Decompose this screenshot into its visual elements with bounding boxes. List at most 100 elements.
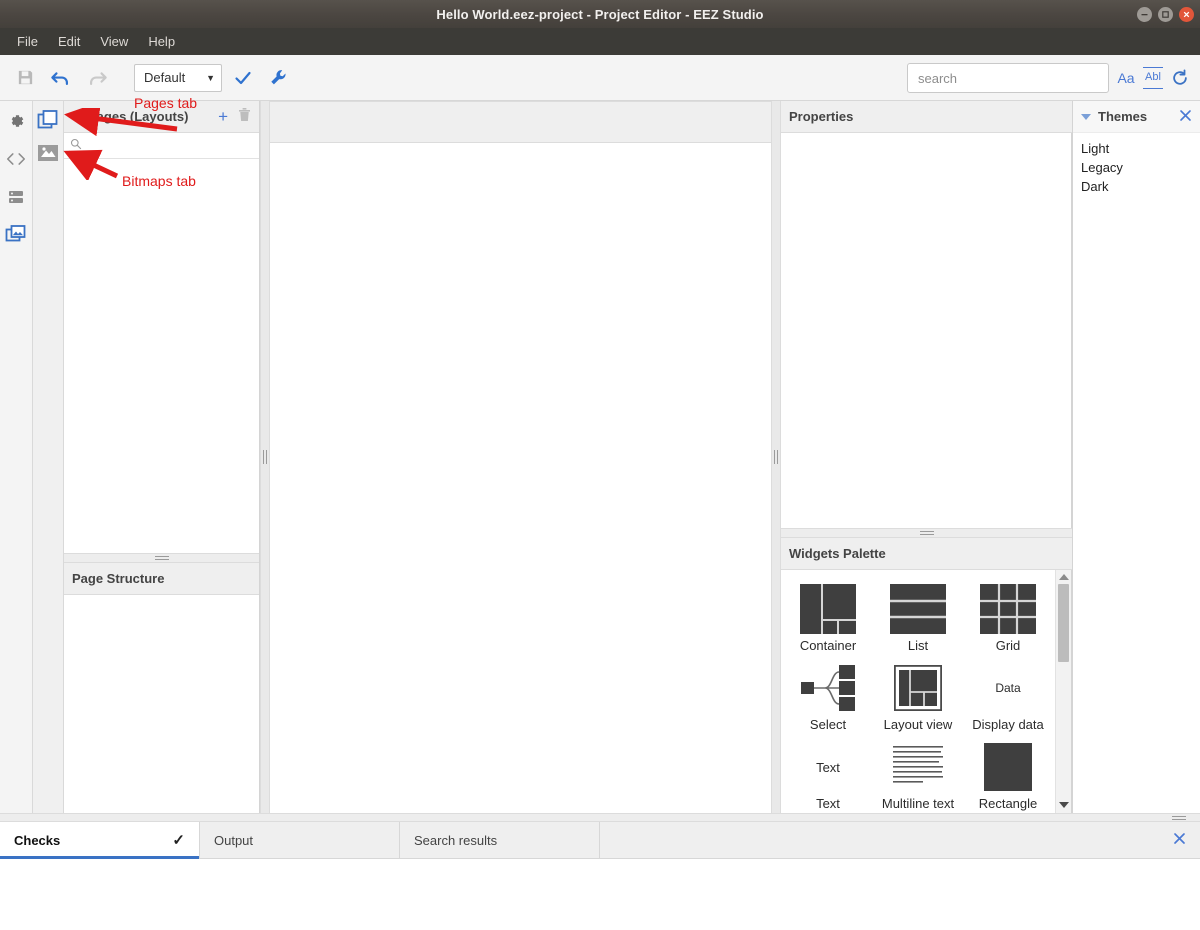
tab-output[interactable]: Output [200, 822, 400, 858]
add-page-button[interactable]: + [218, 108, 228, 125]
palette-item-multiline-text[interactable]: Multiline text [873, 734, 963, 813]
pages-panel-header: Pages (Layouts) + [64, 101, 259, 133]
pages-panel-title: Pages (Layouts) [88, 109, 189, 124]
search-input[interactable] [907, 63, 1109, 93]
splitter-grip [919, 531, 934, 535]
properties-panel: Properties [781, 101, 1072, 528]
palette-item-container[interactable]: Container [783, 576, 873, 655]
menu-edit[interactable]: Edit [49, 31, 89, 52]
trash-icon[interactable] [238, 107, 251, 127]
palette-item-text[interactable]: Text Text [783, 734, 873, 813]
widgets-palette-header: Widgets Palette [781, 538, 1072, 570]
splitter-grip [774, 450, 778, 464]
properties-title: Properties [789, 109, 854, 124]
save-icon[interactable] [10, 63, 40, 93]
stack-icon[interactable] [2, 183, 30, 211]
widgets-grid: Container List Grid Select Layout view D… [781, 570, 1055, 813]
left-dock-column: Pages (Layouts) + Page Structure [64, 101, 260, 813]
menubar: File Edit View Help [0, 28, 1200, 55]
chevron-down-icon: ▼ [206, 72, 215, 83]
palette-item-label: Layout view [883, 717, 953, 732]
palette-item-label: List [907, 638, 929, 653]
text-icon: Text [816, 741, 840, 793]
checkmark-icon[interactable] [228, 63, 258, 93]
bottom-panel-content[interactable] [0, 859, 1200, 930]
palette-scrollbar[interactable] [1055, 570, 1071, 813]
bitmaps-tab-icon[interactable] [35, 140, 61, 166]
bottom-tabbar-spacer [600, 822, 1200, 858]
undo-icon[interactable] [46, 63, 76, 93]
pages-filter-row [64, 133, 259, 159]
pages-panel-actions: + [218, 107, 251, 127]
right-dock-column: Properties Widgets Palette Container Lis… [781, 101, 1072, 813]
chevron-down-icon[interactable] [72, 113, 82, 120]
configuration-dropdown-value: Default [144, 70, 186, 85]
list-icon [890, 583, 946, 635]
panel-tabstrip [33, 101, 64, 813]
minimize-button[interactable] [1137, 6, 1152, 22]
properties-header: Properties [781, 101, 1072, 133]
palette-item-layout-view[interactable]: Layout view [873, 655, 963, 734]
chevron-down-icon[interactable] [1081, 113, 1091, 120]
scrollbar-track[interactable] [1056, 584, 1071, 802]
menu-help[interactable]: Help [139, 31, 184, 52]
display-data-icon: Data [995, 662, 1020, 714]
themes-panel: Themes Light Legacy Dark [1072, 101, 1200, 813]
settings-icon[interactable] [2, 107, 30, 135]
page-structure-title: Page Structure [72, 571, 165, 586]
tab-label: Search results [414, 832, 498, 848]
palette-item-display-data[interactable]: Data Display data [963, 655, 1053, 734]
close-icon[interactable] [1179, 109, 1192, 125]
palette-item-list[interactable]: List [873, 576, 963, 655]
left-column-splitter[interactable] [64, 553, 259, 563]
palette-item-grid[interactable]: Grid [963, 576, 1053, 655]
close-icon[interactable] [1173, 832, 1186, 848]
page-structure-header: Page Structure [64, 563, 259, 595]
window-controls [1137, 0, 1194, 28]
window-titlebar: Hello World.eez-project - Project Editor… [0, 0, 1200, 28]
scroll-down-icon[interactable] [1058, 802, 1069, 808]
properties-body[interactable] [781, 133, 1072, 528]
close-button[interactable] [1179, 6, 1194, 22]
main-toolbar: Default ▼ Aa Abl [0, 55, 1200, 101]
pages-tab-icon[interactable] [35, 107, 61, 133]
theme-item-light[interactable]: Light [1081, 139, 1200, 158]
widgets-palette-title: Widgets Palette [789, 546, 886, 561]
match-case-icon[interactable]: Aa [1116, 67, 1136, 89]
tab-search-results[interactable]: Search results [400, 822, 600, 858]
scrollbar-thumb[interactable] [1058, 584, 1069, 662]
theme-item-dark[interactable]: Dark [1081, 177, 1200, 196]
layout-view-icon [894, 662, 942, 714]
whole-word-icon[interactable]: Abl [1143, 67, 1163, 89]
page-structure-body[interactable] [64, 595, 259, 813]
scroll-up-icon[interactable] [1058, 574, 1069, 580]
wrench-icon[interactable] [264, 63, 294, 93]
left-canvas-splitter[interactable] [260, 101, 270, 813]
page-canvas[interactable] [270, 143, 771, 813]
maximize-button[interactable] [1158, 6, 1173, 22]
palette-item-label: Container [799, 638, 857, 653]
tab-label: Output [214, 832, 254, 848]
palette-item-rectangle[interactable]: Rectangle [963, 734, 1053, 813]
tab-checks[interactable]: Checks ✓ [0, 822, 200, 859]
menu-file[interactable]: File [8, 31, 47, 52]
themes-title: Themes [1098, 109, 1148, 124]
bottom-splitter[interactable] [0, 813, 1200, 822]
splitter-grip [1172, 815, 1186, 820]
right-column-splitter[interactable] [781, 528, 1072, 538]
menu-view[interactable]: View [91, 31, 137, 52]
palette-item-label: Rectangle [978, 796, 1038, 811]
pages-filter-input[interactable] [87, 138, 253, 153]
configuration-dropdown[interactable]: Default ▼ [134, 63, 222, 92]
palette-item-label: Multiline text [881, 796, 955, 811]
grid-icon [980, 583, 1036, 635]
rectangle-icon [984, 741, 1032, 793]
images-icon[interactable] [2, 221, 30, 249]
canvas-right-splitter[interactable] [771, 101, 781, 813]
theme-item-legacy[interactable]: Legacy [1081, 158, 1200, 177]
refresh-icon[interactable] [1170, 67, 1190, 89]
palette-item-select[interactable]: Select [783, 655, 873, 734]
tab-label: Checks [14, 832, 61, 848]
activity-rail [0, 101, 33, 813]
code-icon[interactable] [2, 145, 30, 173]
